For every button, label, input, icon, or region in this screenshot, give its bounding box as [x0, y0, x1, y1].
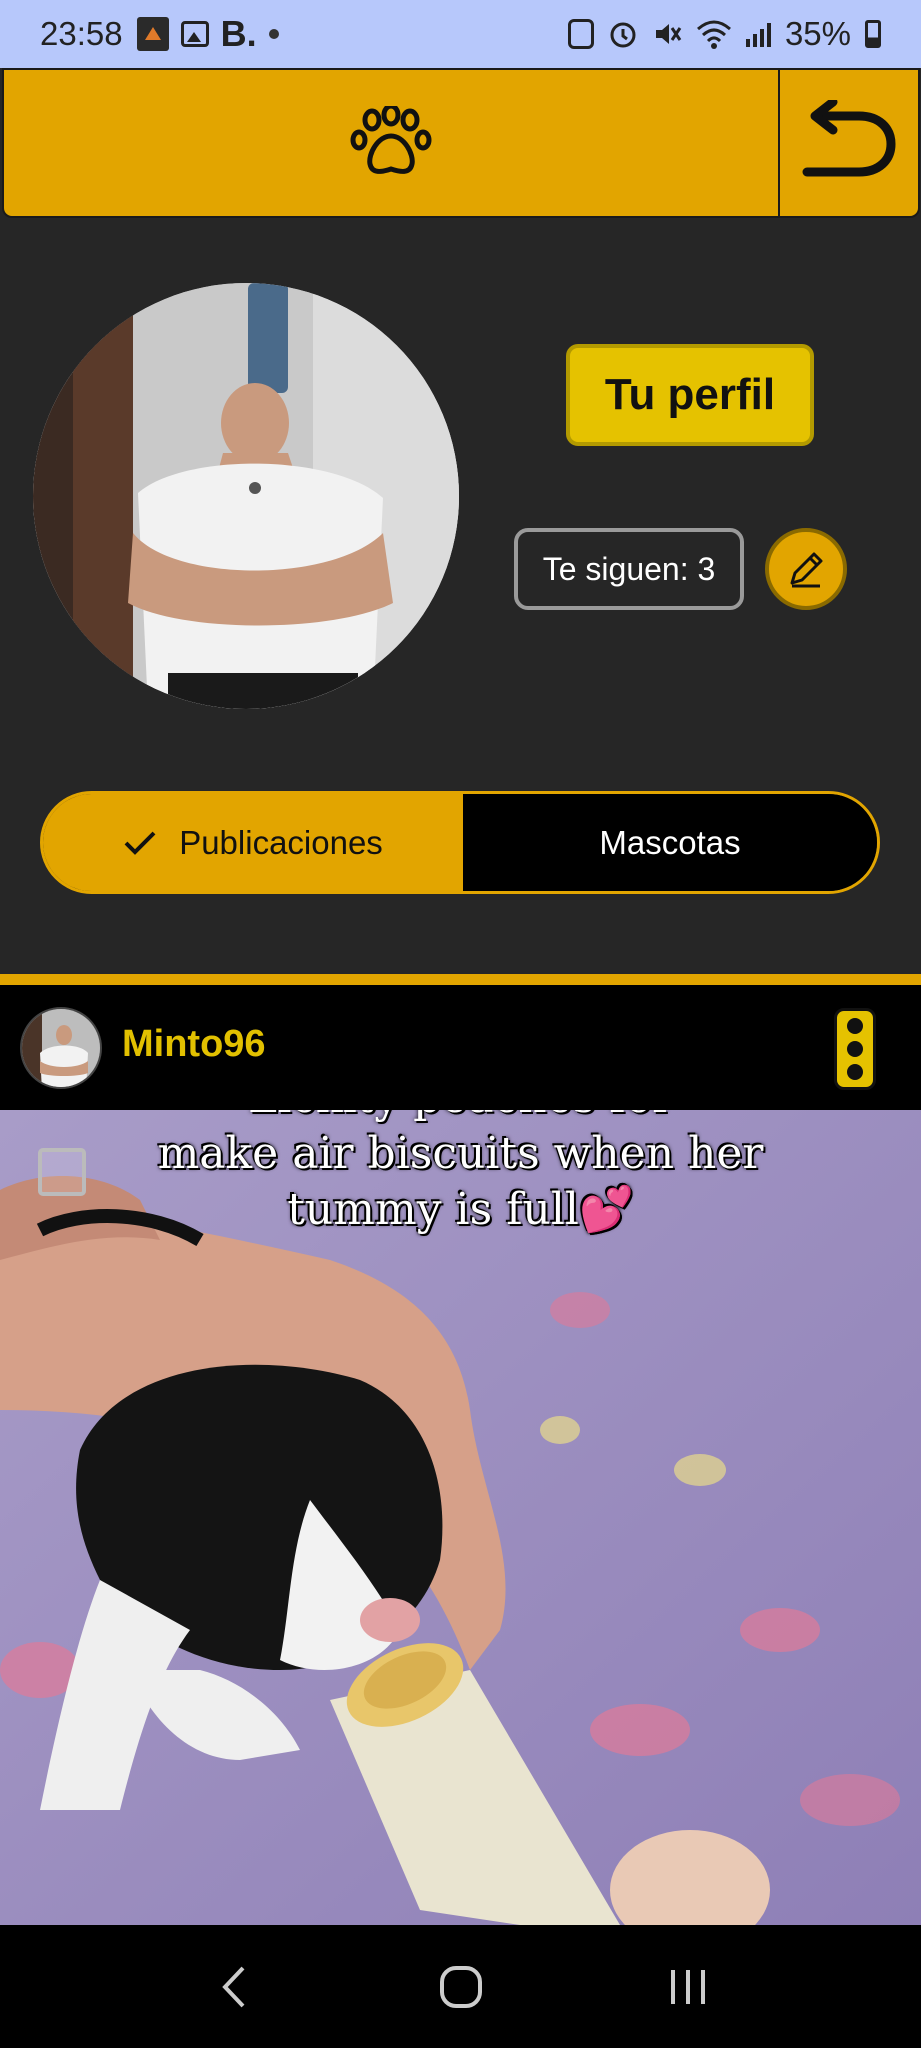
app-notification-icon — [136, 17, 169, 51]
nav-home-button[interactable] — [426, 1952, 496, 2022]
profile-avatar — [33, 283, 459, 709]
post-caption-cut: Lickity peaches for — [0, 1110, 921, 1123]
nav-recents-icon — [670, 1969, 705, 2004]
paw-icon — [350, 106, 432, 174]
system-nav-bar — [0, 1925, 921, 2048]
nfc-icon — [567, 19, 594, 49]
post-image[interactable]: Lickity peaches for make air biscuits wh… — [0, 1110, 921, 1925]
back-button[interactable] — [778, 68, 920, 218]
tab-mascotas[interactable]: Mascotas — [463, 794, 877, 891]
tab-mascotas-label: Mascotas — [599, 823, 741, 861]
pencil-icon — [790, 552, 823, 588]
more-dot-icon — [847, 1041, 863, 1057]
battery-percent: 35% — [784, 15, 851, 52]
mute-icon — [655, 24, 682, 44]
post-username[interactable]: Minto96 — [122, 1023, 266, 1066]
more-dot-icon — [847, 1018, 863, 1034]
home-paw-button[interactable] — [2, 68, 780, 218]
section-divider — [0, 974, 921, 985]
post-caption-line1: make air biscuits when her — [157, 1128, 764, 1179]
post-caption: make air biscuits when her tummy is full… — [0, 1126, 921, 1238]
status-time: 23:58 — [40, 15, 123, 52]
dot-icon — [268, 29, 279, 39]
nav-home-icon — [439, 1965, 482, 2008]
post-header: Minto96 — [0, 985, 921, 1110]
status-bar: 23:58 B. 35% — [0, 0, 921, 68]
battery-icon — [865, 20, 881, 48]
top-app-bar — [0, 68, 921, 220]
post-author-avatar[interactable] — [20, 1007, 102, 1089]
b-app-icon: B. — [220, 13, 257, 54]
post-caption-line2: tummy is full💕 — [287, 1184, 634, 1235]
edit-profile-button[interactable] — [765, 528, 847, 610]
tab-publicaciones-label: Publicaciones — [179, 823, 383, 861]
profile-title-button[interactable]: Tu perfil — [566, 344, 814, 446]
nav-recents-button[interactable] — [653, 1952, 723, 2022]
gallery-icon — [180, 21, 209, 47]
alarm-icon — [610, 22, 636, 48]
wifi-icon — [696, 20, 731, 49]
post-options-button[interactable] — [834, 1008, 876, 1090]
more-dot-icon — [847, 1064, 863, 1080]
check-icon — [124, 831, 156, 855]
followers-count[interactable]: Te siguen: 3 — [514, 528, 744, 610]
tab-publicaciones[interactable]: Publicaciones — [43, 794, 463, 891]
profile-tabs: Publicaciones Mascotas — [40, 791, 880, 894]
nav-back-button[interactable] — [199, 1952, 269, 2022]
signal-icon — [745, 21, 771, 47]
select-checkbox[interactable] — [38, 1148, 86, 1196]
nav-back-icon — [221, 1966, 244, 2007]
back-arrow-icon — [802, 100, 896, 177]
